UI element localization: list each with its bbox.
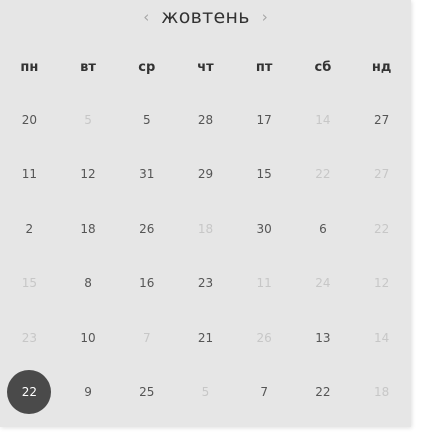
day-number: 6	[319, 221, 327, 236]
weekday-label: вт	[80, 60, 96, 75]
day-cell[interactable]: 26	[117, 201, 176, 255]
day-cell[interactable]: 30	[235, 201, 294, 255]
weekday-label: нд	[371, 60, 392, 75]
day-cell[interactable]: 10	[59, 310, 118, 364]
day-number: 15	[21, 276, 37, 290]
day-number: 29	[197, 167, 214, 181]
day-number: 17	[256, 112, 272, 127]
month-title: жовтень	[161, 6, 250, 28]
day-number: 12	[80, 167, 96, 181]
day-grid: 20 5 5 28 17 14 27 11 12 31 29 15 22 27 2 18 26 18 30 6 22 15…	[0, 92, 411, 422]
day-cell[interactable]: 22	[352, 201, 411, 255]
day-number: 5	[201, 385, 210, 399]
day-number: 28	[197, 112, 214, 127]
day-number: 26	[139, 221, 155, 236]
day-cell[interactable]: 27	[352, 92, 411, 146]
day-cell[interactable]: 29	[176, 147, 235, 201]
prev-month-arrow-icon[interactable]: ‹	[131, 0, 161, 34]
day-number: 2	[25, 221, 34, 236]
day-cell[interactable]: 12	[352, 256, 411, 310]
day-number: 11	[21, 167, 37, 181]
day-number: 7	[260, 385, 268, 399]
day-number: 5	[84, 112, 92, 127]
day-cell[interactable]: 25	[117, 365, 176, 419]
day-number: 21	[197, 330, 214, 345]
day-cell[interactable]: 7	[117, 310, 176, 364]
day-number: 20	[21, 112, 37, 127]
day-cell[interactable]: 21	[176, 310, 235, 364]
day-cell[interactable]: 17	[235, 92, 294, 146]
day-cell[interactable]: 18	[176, 201, 235, 255]
day-cell[interactable]: 16	[117, 256, 176, 310]
day-cell[interactable]: 23	[176, 256, 235, 310]
day-number: 22	[373, 221, 390, 236]
day-number: 9	[84, 385, 92, 399]
day-number: 18	[197, 221, 214, 236]
day-number: 10	[80, 330, 96, 345]
day-cell[interactable]: 15	[235, 147, 294, 201]
day-cell[interactable]: 2	[0, 201, 59, 255]
day-cell[interactable]: 22	[294, 365, 353, 419]
day-number: 22	[7, 370, 52, 414]
day-cell[interactable]: 22	[294, 147, 353, 201]
day-cell[interactable]: 9	[59, 365, 118, 419]
day-number: 23	[197, 276, 214, 290]
day-number: 22	[315, 385, 331, 399]
day-cell[interactable]: 23	[0, 310, 59, 364]
day-cell[interactable]: 26	[235, 310, 294, 364]
day-cell[interactable]: 28	[176, 92, 235, 146]
day-cell[interactable]: 6	[294, 201, 353, 255]
day-number: 22	[315, 167, 331, 181]
day-number: 15	[256, 167, 272, 181]
day-cell[interactable]: 27	[352, 147, 411, 201]
weekday-label: ср	[138, 60, 156, 75]
day-cell[interactable]: 13	[294, 310, 353, 364]
day-cell[interactable]: 31	[117, 147, 176, 201]
day-number: 13	[315, 330, 331, 345]
day-number: 30	[256, 221, 272, 236]
day-cell[interactable]: 5	[59, 92, 118, 146]
day-cell[interactable]: 24	[294, 256, 353, 310]
day-number: 8	[84, 276, 92, 290]
day-number: 23	[21, 330, 37, 345]
day-cell[interactable]: 11	[235, 256, 294, 310]
day-cell[interactable]: 5	[117, 92, 176, 146]
day-cell[interactable]: 14	[294, 92, 353, 146]
day-cell[interactable]: 5	[176, 365, 235, 419]
day-number: 31	[139, 167, 155, 181]
weekday-label: пт	[255, 60, 273, 75]
day-number: 16	[139, 276, 155, 290]
day-number: 11	[256, 276, 272, 290]
day-number: 25	[139, 385, 155, 399]
day-number: 7	[142, 330, 151, 345]
day-cell-selected[interactable]: 22	[0, 365, 59, 419]
day-number: 27	[373, 112, 390, 127]
day-cell[interactable]: 7	[235, 365, 294, 419]
day-cell[interactable]: 12	[59, 147, 118, 201]
day-number: 12	[373, 276, 390, 290]
weekday-label: сб	[314, 60, 332, 75]
day-number: 14	[315, 112, 331, 127]
day-cell[interactable]: 11	[0, 147, 59, 201]
day-number: 14	[373, 330, 390, 345]
day-number: 27	[373, 167, 390, 181]
day-cell[interactable]: 18	[352, 365, 411, 419]
day-number: 24	[315, 276, 331, 290]
day-cell[interactable]: 18	[59, 201, 118, 255]
day-cell[interactable]: 14	[352, 310, 411, 364]
month-header: ‹ жовтень ›	[0, 0, 411, 34]
next-month-arrow-icon[interactable]: ›	[250, 0, 280, 34]
weekday-header-row: пн вт ср чт пт сб нд	[0, 48, 411, 88]
day-cell[interactable]: 15	[0, 256, 59, 310]
day-cell[interactable]: 8	[59, 256, 118, 310]
day-number: 18	[373, 385, 390, 399]
calendar-panel: ‹ жовтень › пн вт ср чт пт сб нд 20 5 5 28 17 14 27 1…	[0, 0, 411, 427]
weekday-label: чт	[197, 60, 214, 75]
day-cell[interactable]: 20	[0, 92, 59, 146]
day-number: 5	[142, 112, 151, 127]
weekday-label: пн	[20, 60, 39, 75]
day-number: 26	[256, 330, 272, 345]
day-number: 18	[80, 221, 96, 236]
